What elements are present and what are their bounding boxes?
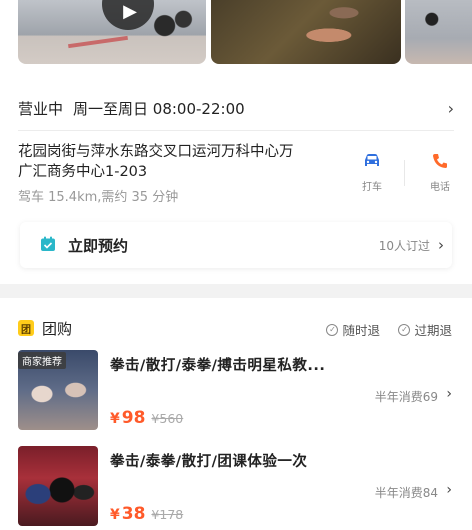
deal-title: 拳击/泰拳/散打/团课体验一次 (110, 454, 308, 470)
chevron-right-icon: › (446, 482, 452, 498)
call-label: 电话 (430, 182, 450, 193)
chevron-right-icon: › (447, 98, 454, 118)
deal-item[interactable]: 商家推荐 拳击/散打/泰拳/搏击明星私教... 半年消费69 › ¥ 98 ¥5… (18, 350, 454, 430)
divider (404, 160, 405, 186)
group-buy-title: 团购 (42, 319, 73, 338)
photo-gallery[interactable]: ▶ (0, 0, 472, 66)
reserve-now-button[interactable]: 立即预约 10人订过 › (20, 222, 452, 268)
business-hours-row[interactable]: 营业中 周一至周日 08:00-22:00 › (18, 94, 454, 122)
play-icon[interactable]: ▶ (102, 0, 154, 30)
drive-distance: 驾车 15.4km,需约 35 分钟 (18, 190, 179, 205)
open-status: 营业中 (18, 99, 64, 118)
reserve-label: 立即预约 (68, 236, 129, 255)
gallery-photo[interactable] (211, 0, 401, 64)
deal-thumbnail[interactable] (18, 446, 98, 526)
deal-price: ¥ 98 ¥560 (110, 408, 183, 428)
refund-anytime-badge: ✓ 随时退 (326, 320, 380, 339)
deal-item[interactable]: 拳击/泰拳/散打/团课体验一次 半年消费84 › ¥ 38 ¥178 (18, 446, 454, 526)
check-circle-icon: ✓ (398, 323, 411, 336)
deal-price: ¥ 38 ¥178 (110, 504, 183, 524)
reserve-count: 10人订过 (378, 238, 430, 253)
deal-title: 拳击/散打/泰拳/搏击明星私教... (110, 358, 326, 374)
group-buy-section: 团 团购 ✓ 随时退 ✓ 过期退 商家推荐 拳击/散打/泰拳/搏击明星私教...… (0, 298, 472, 530)
deal-sales: 半年消费84 (374, 486, 438, 500)
phone-icon (433, 154, 447, 168)
deal-sales: 半年消费69 (374, 390, 438, 404)
address-line-1: 花园岗街与萍水东路交叉口运河万科中心万 (18, 144, 294, 160)
policy-label: 随时退 (342, 323, 380, 338)
original-price: ¥178 (151, 507, 184, 522)
calendar-icon (41, 236, 55, 251)
check-circle-icon: ✓ (326, 323, 339, 336)
policy-label: 过期退 (414, 323, 452, 338)
group-buy-badge: 团 (18, 320, 34, 336)
address-block[interactable]: 花园岗街与萍水东路交叉口运河万科中心万 广汇商务中心1-203 驾车 15.4k… (18, 142, 338, 205)
video-thumbnail[interactable]: ▶ (18, 0, 206, 64)
price-value: 98 (121, 408, 146, 428)
price-currency: ¥ (110, 411, 120, 427)
deal-thumbnail[interactable]: 商家推荐 (18, 350, 98, 430)
hours-schedule: 周一至周日 08:00-22:00 (73, 99, 245, 118)
chevron-right-icon: › (438, 236, 444, 254)
car-icon (365, 154, 379, 166)
refund-expired-badge: ✓ 过期退 (398, 320, 452, 339)
address-line-2: 广汇商务中心1-203 (18, 164, 148, 180)
shop-info-card: ▶ 营业中 周一至周日 08:00-22:00 › 花园岗街与萍水东路交叉口运河… (0, 0, 472, 284)
address-text: 花园岗街与萍水东路交叉口运河万科中心万 广汇商务中心1-203 (18, 142, 338, 182)
taxi-button[interactable]: 打车 (352, 152, 392, 193)
taxi-label: 打车 (362, 182, 382, 193)
original-price: ¥560 (151, 411, 184, 426)
divider (18, 130, 454, 131)
call-button[interactable]: 电话 (420, 152, 460, 193)
chevron-right-icon: › (446, 386, 452, 402)
price-currency: ¥ (110, 507, 120, 523)
group-buy-header: 团 团购 (18, 318, 454, 338)
price-value: 38 (121, 504, 146, 524)
merchant-recommend-tag: 商家推荐 (18, 352, 66, 369)
gallery-photo[interactable] (405, 0, 472, 64)
